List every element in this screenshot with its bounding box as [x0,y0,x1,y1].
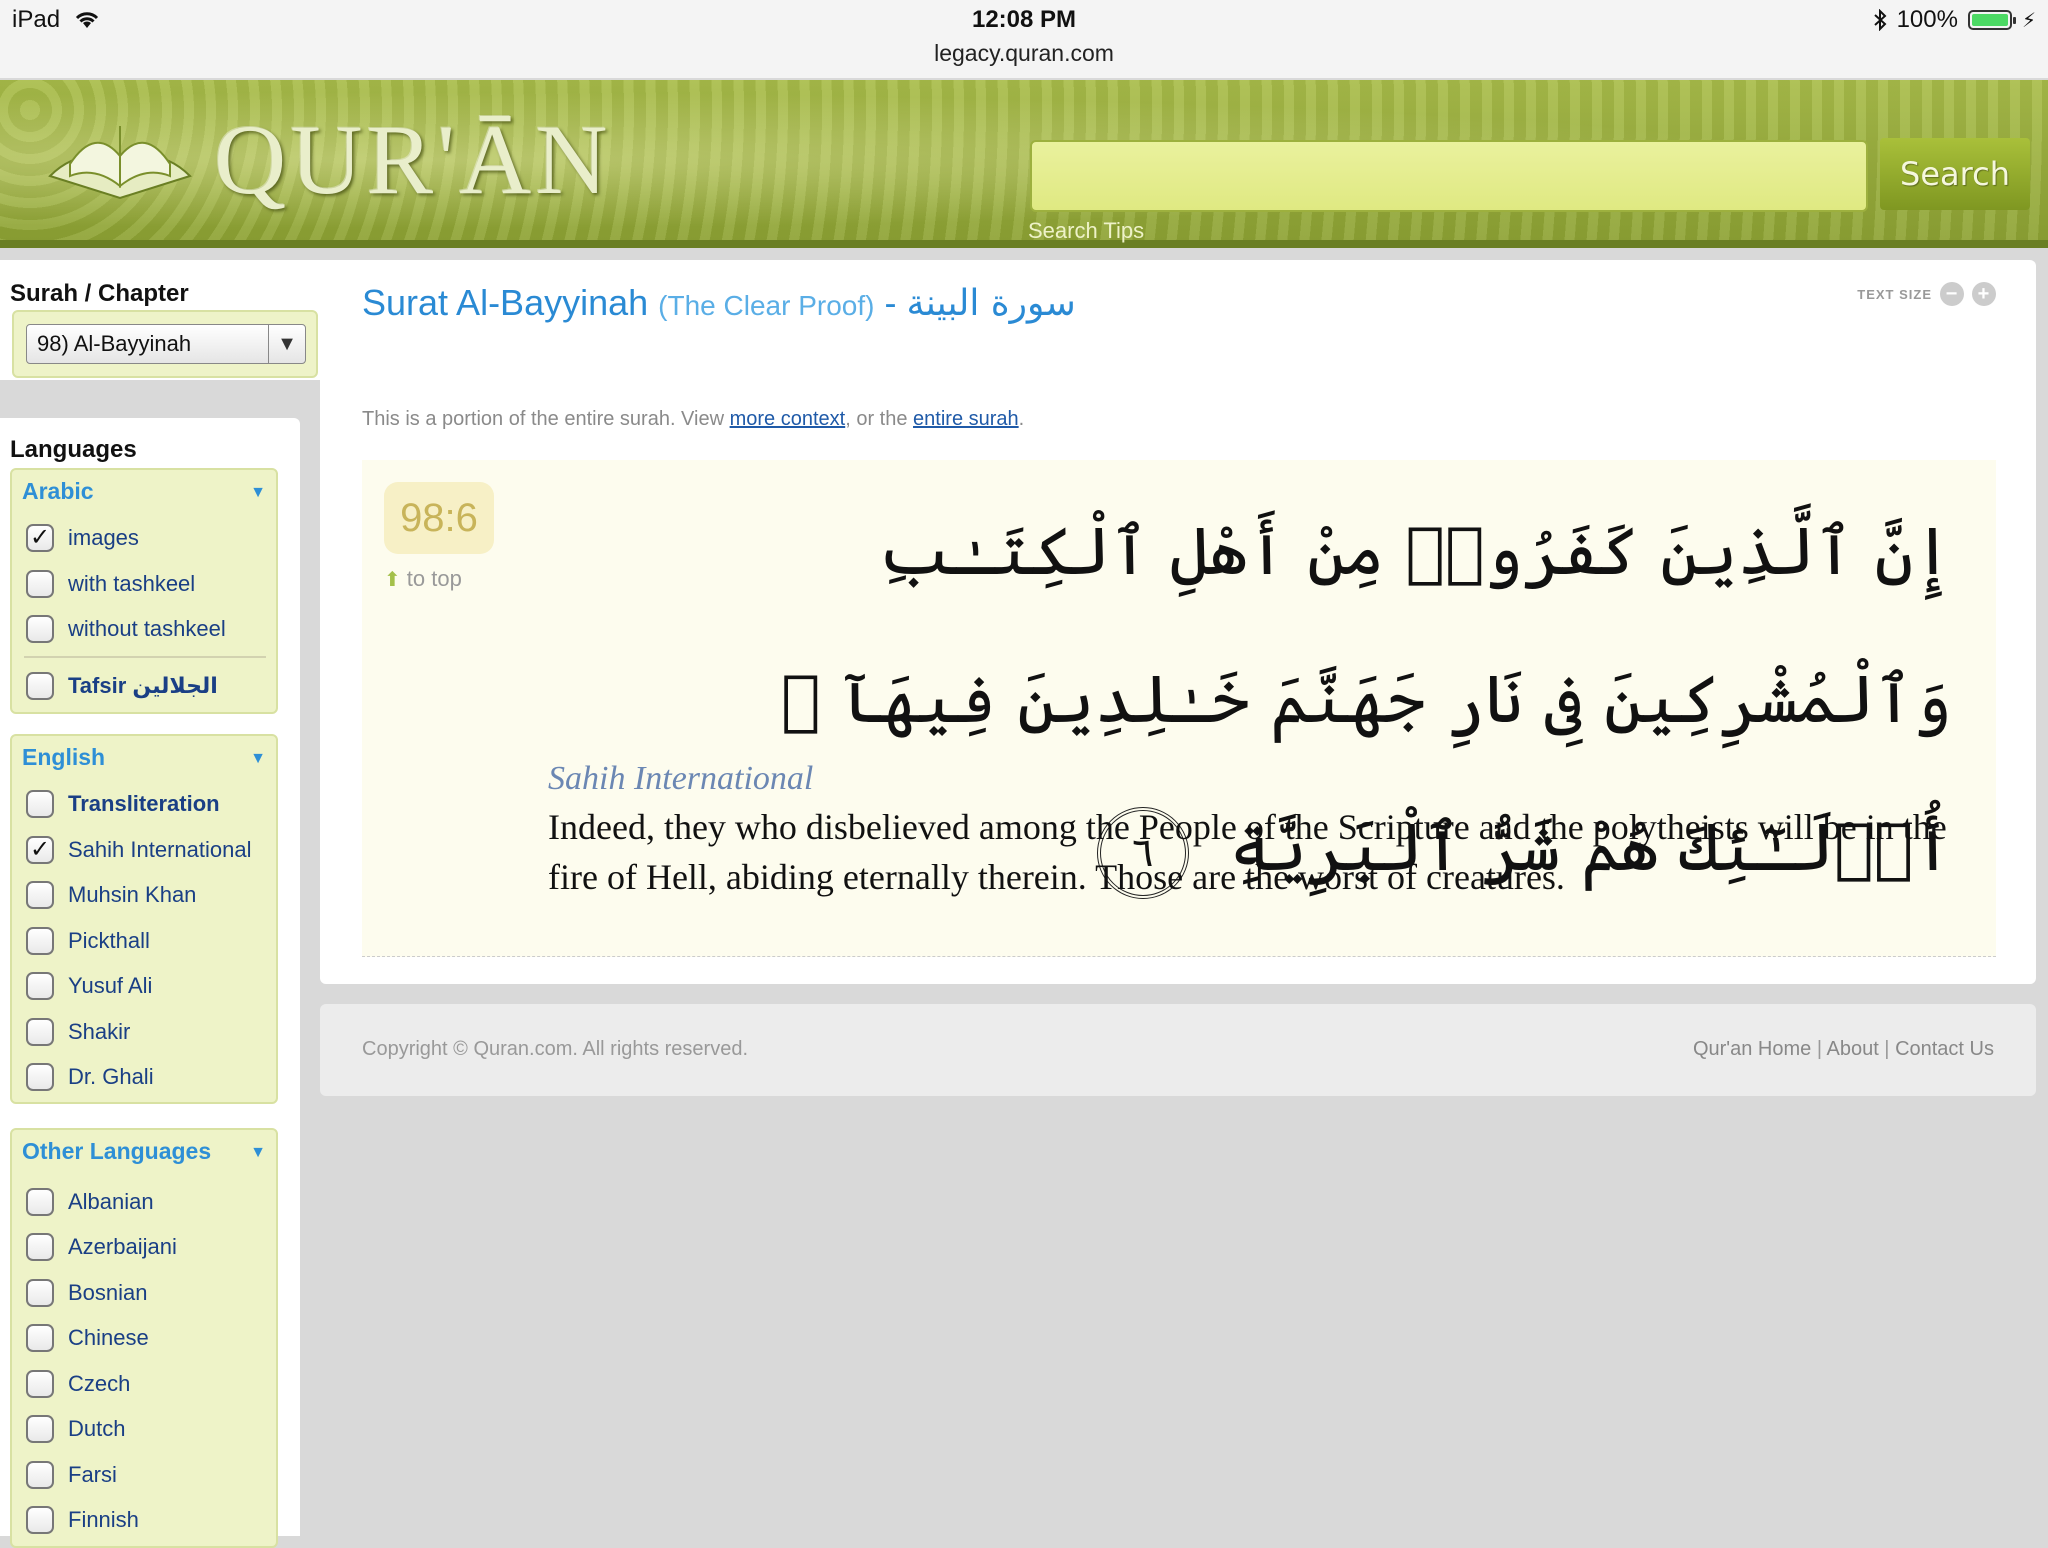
option-albanian[interactable]: Albanian [26,1182,154,1222]
page-footer: Copyright © Quran.com. All rights reserv… [320,1004,2036,1096]
option-transliteration[interactable]: Transliteration [26,784,220,824]
option-muhsin-khan[interactable]: Muhsin Khan [26,875,196,915]
languages-heading: Languages [10,436,137,463]
surah-subtitle: (The Clear Proof) [658,290,875,321]
search-button[interactable]: Search [1880,138,2030,210]
text-size-label: TEXT SIZE [1857,286,1932,302]
entire-surah-link[interactable]: entire surah [913,408,1019,430]
verse-number-badge[interactable]: 98:6 [384,482,494,554]
other-languages-title[interactable]: Other Languages [22,1138,211,1165]
checkbox[interactable] [26,615,54,643]
search-input[interactable] [1030,140,1868,212]
checkbox[interactable] [26,881,54,909]
option-dutch[interactable]: Dutch [26,1409,125,1449]
quran-book-icon[interactable] [40,106,200,206]
status-right: 100% ⚡ [1873,6,2036,34]
group-divider [24,656,266,658]
checkbox[interactable] [26,1415,54,1443]
search-tips-link[interactable]: Search Tips [1028,218,1144,244]
footer-links: Qur'an Home | About | Contact Us [1692,1038,1994,1060]
chapter-select-wrapper: 98) Al-Bayyinah ▼ [12,310,318,378]
english-group-title[interactable]: English [22,744,105,771]
checkbox[interactable] [26,1279,54,1307]
translator-name: Sahih International [548,760,814,797]
option-tafsir[interactable]: Tafsir الجلالين [26,666,218,706]
checkbox[interactable] [26,570,54,598]
option-arabic-images[interactable]: ✓ images [26,518,139,558]
option-with-tashkeel[interactable]: with tashkeel [26,564,195,604]
copyright-text: Copyright © Quran.com. All rights reserv… [362,1038,748,1060]
arabic-group: Arabic ▼ ✓ images with tashkeel without … [10,468,278,714]
translation-text: Indeed, they who disbelieved among the P… [548,807,1947,897]
footer-link-about[interactable]: About [1826,1038,1878,1060]
checkbox[interactable] [26,1063,54,1091]
option-yusuf-ali[interactable]: Yusuf Ali [26,966,152,1006]
collapse-arrow-icon[interactable]: ▼ [250,484,266,502]
arabic-group-title[interactable]: Arabic [22,478,94,505]
ios-status-bar: iPad 12:08 PM legacy.quran.com 100% ⚡ [0,0,2048,78]
more-context-link[interactable]: more context [730,408,846,430]
checkbox[interactable] [26,972,54,1000]
checkbox[interactable] [26,1461,54,1489]
verse-card: 98:6 ⬆ to top إِنَّ ٱلَّذِينَ كَفَرُوا۟ … [362,460,1996,957]
chapter-select-value: 98) Al-Bayyinah [37,331,192,356]
charging-icon: ⚡ [2021,9,2036,32]
checkbox[interactable] [26,1018,54,1046]
option-sahih-international[interactable]: ✓ Sahih International [26,830,251,870]
option-finnish[interactable]: Finnish [26,1500,139,1540]
checkbox[interactable] [26,1506,54,1534]
option-pickthall[interactable]: Pickthall [26,921,150,961]
portion-notice: This is a portion of the entire surah. V… [362,408,1025,430]
checkbox[interactable] [26,790,54,818]
bluetooth-icon [1873,9,1887,31]
checkbox[interactable] [26,1324,54,1352]
footer-link-contact[interactable]: Contact Us [1895,1038,1994,1060]
footer-link-home[interactable]: Qur'an Home [1693,1038,1811,1060]
title-separator: - [874,282,907,323]
option-farsi[interactable]: Farsi [26,1455,117,1495]
battery-percent: 100% [1896,6,1958,33]
chapter-select[interactable]: 98) Al-Bayyinah ▼ [26,324,306,364]
languages-panel: Languages Arabic ▼ ✓ images with tashkee… [0,418,300,1548]
dropdown-arrow-icon[interactable]: ▼ [268,325,305,363]
up-arrow-icon: ⬆ [384,568,401,591]
battery-icon [1967,10,2016,30]
text-size-control: TEXT SIZE − + [1857,282,1996,306]
option-without-tashkeel[interactable]: without tashkeel [26,609,226,649]
checkbox[interactable] [26,927,54,955]
chapter-heading: Surah / Chapter [10,280,189,307]
checkbox[interactable] [26,672,54,700]
option-azerbaijani[interactable]: Azerbaijani [26,1227,177,1267]
checkbox[interactable] [26,1370,54,1398]
option-shakir[interactable]: Shakir [26,1012,130,1052]
surah-arabic-title: سورة البينة [906,283,1076,324]
option-bosnian[interactable]: Bosnian [26,1273,148,1313]
collapse-arrow-icon[interactable]: ▼ [250,1144,266,1162]
english-group: English ▼ Transliteration ✓ Sahih Intern… [10,734,278,1104]
page-title: Surat Al-Bayyinah (The Clear Proof) - سو… [362,282,1076,324]
checkbox-checked[interactable]: ✓ [26,524,54,552]
address-bar-url[interactable]: legacy.quran.com [0,40,2048,67]
checkbox[interactable] [26,1233,54,1261]
site-header: QUR'ĀN Search Search Tips [0,80,2048,248]
other-languages-group: Other Languages ▼ Albanian Azerbaijani B… [10,1128,278,1548]
main-content: Surat Al-Bayyinah (The Clear Proof) - سو… [320,260,2036,984]
to-top-link[interactable]: ⬆ to top [384,566,462,592]
chapter-section: Surah / Chapter 98) Al-Bayyinah ▼ [0,260,320,380]
collapse-arrow-icon[interactable]: ▼ [250,750,266,768]
status-time: 12:08 PM [971,6,1077,33]
surah-name: Surat Al-Bayyinah [362,282,649,323]
decrease-text-icon[interactable]: − [1940,282,1964,306]
checkbox-checked[interactable]: ✓ [26,836,54,864]
site-logo-text[interactable]: QUR'ĀN [214,102,612,217]
checkbox[interactable] [26,1188,54,1216]
option-czech[interactable]: Czech [26,1364,130,1404]
option-dr-ghali[interactable]: Dr. Ghali [26,1057,154,1097]
option-chinese[interactable]: Chinese [26,1318,149,1358]
increase-text-icon[interactable]: + [1972,282,1996,306]
